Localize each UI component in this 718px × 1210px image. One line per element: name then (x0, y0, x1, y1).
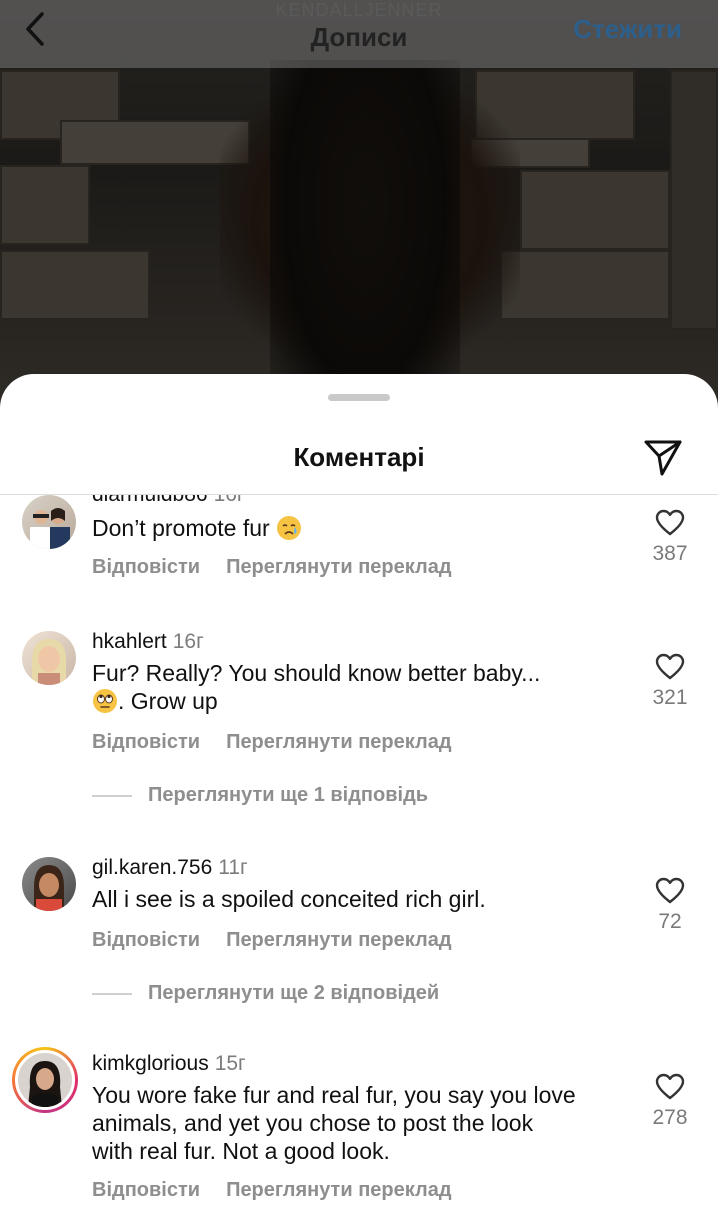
translate-button[interactable]: Переглянути переклад (226, 1179, 451, 1201)
comment-username[interactable]: diarmuidb86 16г (92, 495, 245, 507)
comment-text: All i see is a spoiled conceited rich gi… (92, 885, 627, 913)
avatar (15, 1050, 75, 1110)
username[interactable]: diarmuidb86 (92, 495, 208, 506)
comment-actions: Відповісти Переглянути переклад (92, 556, 452, 579)
comment-text: You wore fake fur and real fur, you say … (92, 1081, 627, 1165)
heart-outline-icon[interactable] (655, 877, 685, 904)
comment-username[interactable]: gil.karen.756 11г (92, 856, 248, 880)
view-replies-label: Переглянути ще 1 відповідь (148, 784, 429, 806)
heart-outline-icon[interactable] (655, 1073, 685, 1100)
drag-handle[interactable] (328, 394, 390, 401)
reply-button[interactable]: Відповісти (92, 731, 200, 753)
comment-age: 15г (214, 1052, 246, 1075)
avatar-story-ring[interactable] (12, 1047, 78, 1113)
replies-line (92, 992, 132, 995)
avatar[interactable] (22, 631, 76, 685)
view-replies-button[interactable]: Переглянути ще 2 відповідей (92, 982, 439, 1005)
comment-text-line: Don’t promote fur (92, 515, 270, 541)
share-button[interactable] (642, 436, 684, 478)
comment-text-line: All i see is a spoiled conceited rich gi… (92, 886, 486, 912)
avatar[interactable] (22, 495, 76, 549)
comments-list[interactable]: diarmuidb86 16г Don’t promote fur Відпові… (0, 495, 718, 1210)
comment-username[interactable]: hkahlert 16г (92, 630, 204, 654)
username[interactable]: gil.karen.756 (92, 856, 212, 879)
comment-text-line: . Grow up (118, 688, 218, 714)
like-count: 278 (652, 1106, 688, 1129)
like-count: 387 (652, 542, 688, 565)
translate-button[interactable]: Переглянути переклад (226, 556, 451, 578)
comment-text: Fur? Really? You should know better baby… (92, 659, 627, 715)
comment-text-line: animals, and yet you chose to post the l… (92, 1110, 534, 1136)
like-control: 321 (640, 653, 700, 710)
replies-line (92, 794, 132, 797)
view-replies-label: Переглянути ще 2 відповідей (148, 982, 440, 1004)
like-count: 72 (658, 910, 682, 933)
avatar[interactable] (22, 857, 76, 911)
comment-actions: Відповісти Переглянути переклад (92, 1179, 452, 1202)
comment-text-line: Fur? Really? You should know better baby… (92, 660, 541, 686)
like-control: 72 (640, 877, 700, 934)
comments-sheet: Коментарі diarmuidb86 16г (0, 374, 718, 1210)
translate-button[interactable]: Переглянути переклад (226, 929, 451, 951)
comment-age: 16г (214, 495, 245, 506)
translate-button[interactable]: Переглянути переклад (226, 731, 451, 753)
heart-outline-icon[interactable] (655, 653, 685, 680)
comment-age: 11г (218, 856, 248, 879)
comment-text-line: You wore fake fur and real fur, you say … (92, 1082, 576, 1108)
username[interactable]: hkahlert (92, 630, 167, 653)
view-replies-button[interactable]: Переглянути ще 1 відповідь (92, 784, 428, 807)
follow-button[interactable]: Стежити (573, 14, 682, 45)
username[interactable]: kimkglorious (92, 1052, 209, 1075)
comment-text-line: with real fur. Not a good look. (92, 1138, 390, 1164)
comment-actions: Відповісти Переглянути переклад (92, 929, 452, 952)
comment-text: Don’t promote fur (92, 514, 627, 542)
eye-roll-emoji (93, 689, 117, 713)
crying-face-emoji (277, 516, 302, 540)
comment-username[interactable]: kimkglorious 15г (92, 1052, 246, 1076)
comment-age: 16г (172, 630, 204, 653)
like-count: 321 (652, 686, 688, 709)
reply-button[interactable]: Відповісти (92, 556, 200, 578)
like-control: 278 (640, 1073, 700, 1130)
like-control: 387 (640, 509, 700, 566)
top-header: KENDALLJENNER Дописи Стежити (0, 0, 718, 68)
comment-actions: Відповісти Переглянути переклад (92, 731, 452, 754)
sheet-title: Коментарі (293, 442, 425, 472)
reply-button[interactable]: Відповісти (92, 929, 200, 951)
paper-plane-icon (644, 440, 682, 476)
reply-button[interactable]: Відповісти (92, 1179, 200, 1201)
heart-outline-icon[interactable] (655, 509, 685, 536)
